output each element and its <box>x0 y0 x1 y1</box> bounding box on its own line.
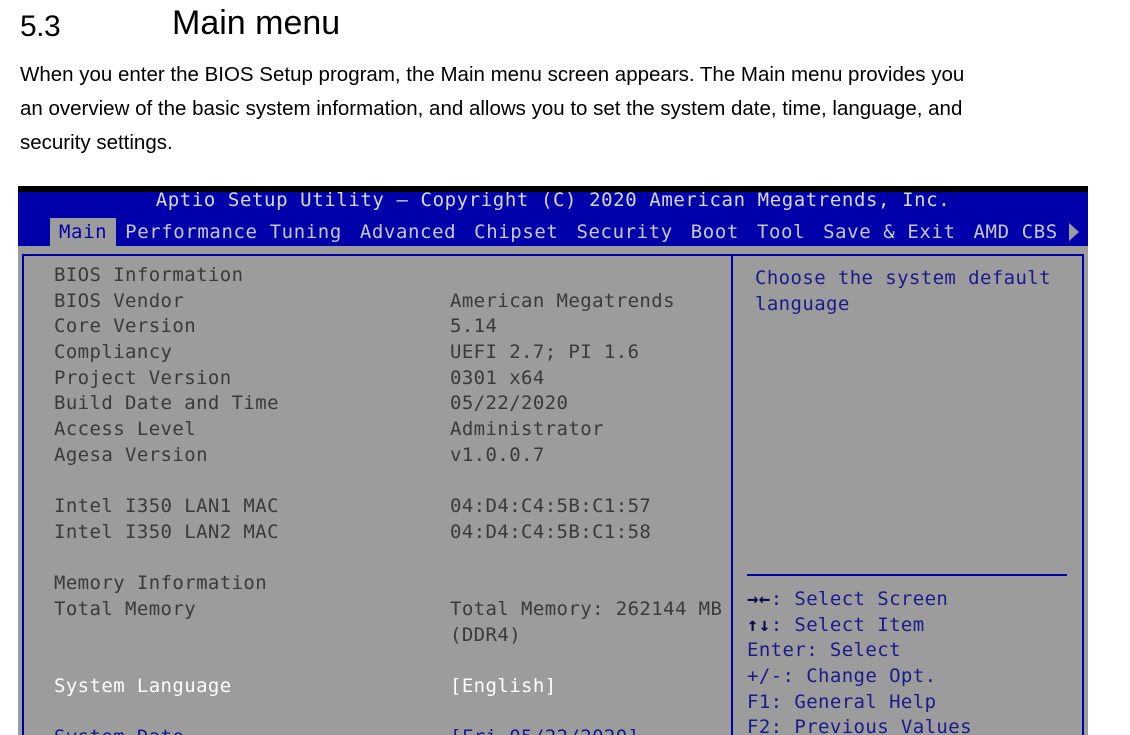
key-legend-label: : Select Screen <box>770 588 949 610</box>
setting-row: Intel I350 LAN2 MAC 04:D4:C4:5B:C1:58 <box>54 521 733 547</box>
setting-value[interactable]: [Fri 05/22/2020] <box>450 726 639 735</box>
key-legend-label: : Select Item <box>770 613 925 636</box>
main-info-panel: BIOS Information BIOS Vendor American Mega… <box>22 254 733 735</box>
setting-value: v1.0.0.7 <box>450 443 545 466</box>
setting-label: System Date <box>54 726 184 735</box>
tab-chipset[interactable]: Chipset <box>465 218 567 246</box>
setting-value: Total Memory: 262144 MB <box>450 597 723 620</box>
key-legend-row: ↑↓: Select Item <box>747 614 1077 640</box>
setting-label: Intel I350 LAN2 MAC <box>54 520 279 543</box>
tab-boot[interactable]: Boot <box>682 218 748 246</box>
tab-security[interactable]: Security <box>567 218 681 246</box>
setting-row: Project Version 0301 x64 <box>54 367 733 393</box>
tab-performance-tuning[interactable]: Performance Tuning <box>116 218 351 246</box>
setting-row: Core Version 5.14 <box>54 315 733 341</box>
setting-label: Agesa Version <box>54 443 208 466</box>
key-legend-row: →←: Select Screen <box>747 588 1077 614</box>
arrow-keys-icon: ↑↓ <box>747 613 771 636</box>
setting-label: Total Memory <box>54 597 197 620</box>
arrow-keys-icon: →← <box>747 588 771 610</box>
key-legend: →←: Select Screen ↑↓: Select Item Enter: S… <box>747 588 1077 735</box>
setting-value: 0301 x64 <box>450 366 545 389</box>
setting-row: Memory Information <box>54 572 733 598</box>
setting-value: Administrator <box>450 418 604 441</box>
section-number: 5.3 <box>20 10 61 43</box>
setting-row: Build Date and Time 05/22/2020 <box>54 392 733 418</box>
key-legend-label: +/-: Change Opt. <box>747 665 937 688</box>
key-legend-row: +/-: Change Opt. <box>747 665 1077 691</box>
page-title: Main menu <box>172 4 341 42</box>
key-legend-row: F2: Previous Values <box>747 716 1077 735</box>
setting-value: 04:D4:C4:5B:C1:57 <box>450 495 652 518</box>
setting-label: Core Version <box>54 315 197 338</box>
spacer-row <box>54 701 733 727</box>
key-legend-row: F1: General Help <box>747 691 1077 717</box>
setting-row: BIOS Vendor American Megatrends <box>54 290 733 316</box>
setting-value: 5.14 <box>450 315 498 338</box>
setting-row: Compliancy UEFI 2.7; PI 1.6 <box>54 341 733 367</box>
help-description: Choose the system default language <box>755 267 1051 315</box>
section-heading: 5.3 Main menu <box>20 4 1110 50</box>
key-legend-row: Enter: Select <box>747 639 1077 665</box>
chevron-right-icon[interactable] <box>1069 223 1079 241</box>
setting-value: 04:D4:C4:5B:C1:58 <box>450 520 652 543</box>
setting-value: American Megatrends <box>450 289 675 312</box>
tab-amd-cbs[interactable]: AMD CBS <box>965 218 1067 246</box>
spacer-row: (DDR4) <box>54 624 733 650</box>
setting-row: Agesa Version v1.0.0.7 <box>54 444 733 470</box>
setting-value: UEFI 2.7; PI 1.6 <box>450 341 640 364</box>
bios-settings-list: BIOS Information BIOS Vendor American Mega… <box>54 264 733 735</box>
setting-label: Project Version <box>54 366 232 389</box>
bios-setup-screen: Aptio Setup Utility – Copyright (C) 2020… <box>18 186 1088 735</box>
key-legend-label: Enter: Select <box>747 639 901 662</box>
setting-value: 05/22/2020 <box>450 392 569 415</box>
setting-label: Compliancy <box>54 341 173 364</box>
setting-label: BIOS Information <box>54 264 244 286</box>
spacer-row <box>54 547 733 573</box>
tab-main[interactable]: Main <box>50 218 117 246</box>
key-legend-label: F1: General Help <box>747 690 937 713</box>
setting-value: (DDR4) <box>450 623 522 646</box>
setting-label: BIOS Vendor <box>54 289 185 312</box>
tab-save-exit[interactable]: Save & Exit <box>814 218 964 246</box>
help-panel: Choose the system default language →←: S… <box>731 254 1084 735</box>
tab-advanced[interactable]: Advanced <box>351 218 465 246</box>
setting-label: Access Level <box>54 418 197 441</box>
spacer-row <box>54 649 733 675</box>
setting-label: System Language <box>54 675 232 697</box>
setting-row: Intel I350 LAN1 MAC 04:D4:C4:5B:C1:57 <box>54 495 733 521</box>
help-divider <box>747 574 1067 576</box>
setting-row[interactable]: System Language [English] <box>54 675 733 701</box>
bios-menu-items: Main Performance Tuning Advanced Chipset Sec… <box>50 218 1067 246</box>
setting-row: Total Memory Total Memory: 262144 MB <box>54 598 733 624</box>
setting-label: Memory Information <box>54 572 268 595</box>
tab-tool[interactable]: Tool <box>748 218 814 246</box>
setting-value[interactable]: [English] <box>450 675 557 697</box>
spacer-row <box>54 470 733 496</box>
key-legend-label: F2: Previous Values <box>747 716 972 735</box>
setting-label: Intel I350 LAN1 MAC <box>54 495 279 518</box>
bios-title-text: Aptio Setup Utility – Copyright (C) 2020… <box>155 189 951 211</box>
section-paragraph: When you enter the BIOS Setup program, t… <box>20 63 965 154</box>
setting-row: BIOS Information <box>54 264 733 290</box>
setting-row[interactable]: System Date [Fri 05/22/2020] <box>54 726 733 735</box>
setting-row: Access Level Administrator <box>54 418 733 444</box>
setting-label: Build Date and Time <box>54 392 279 415</box>
